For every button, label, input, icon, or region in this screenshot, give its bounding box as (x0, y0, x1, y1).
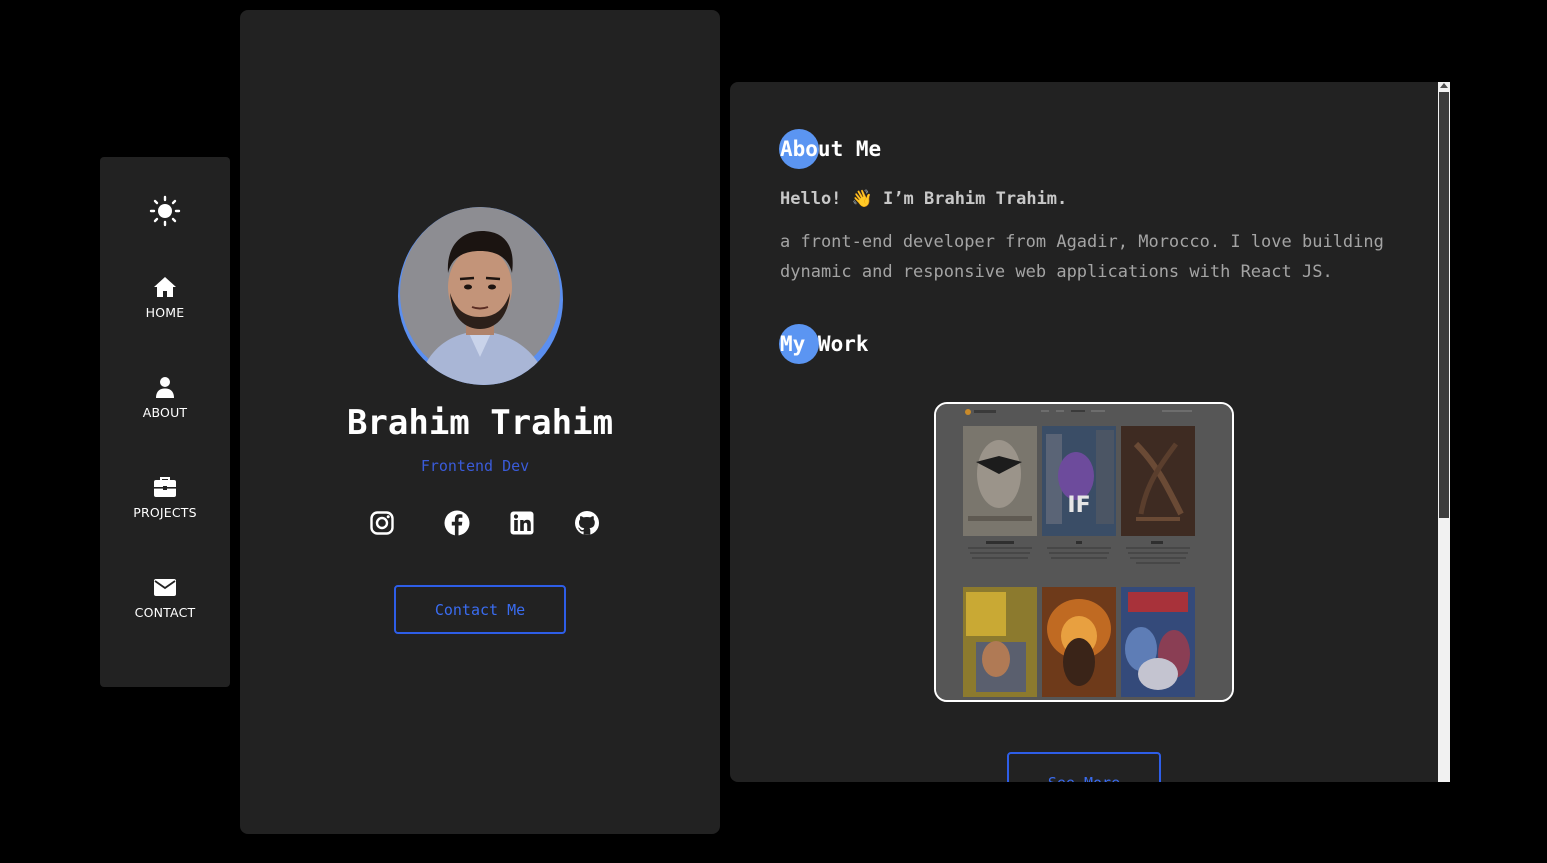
nav-item-about[interactable]: ABOUT (100, 375, 230, 435)
work-section-title: My Work (779, 324, 869, 364)
home-icon (154, 277, 176, 297)
project-preview-card[interactable]: IF (934, 402, 1234, 702)
about-section-title: About Me (779, 129, 881, 169)
sidebar-nav: HOME ABOUT PROJECTS CONTACT (100, 157, 230, 687)
user-icon (156, 377, 174, 398)
linkedin-icon[interactable] (509, 510, 535, 536)
nav-label-contact: CONTACT (134, 605, 196, 620)
envelope-icon (154, 579, 176, 596)
profile-role: Frontend Dev (420, 457, 530, 475)
nav-label-projects: PROJECTS (133, 505, 197, 520)
main-scrollbar[interactable] (1438, 82, 1450, 782)
project-screenshot: IF (936, 404, 1232, 700)
facebook-icon[interactable] (444, 510, 470, 536)
work-title: My Work (780, 332, 869, 356)
greeting-text: Hello! 👋 I’m Brahim Trahim. (780, 189, 1068, 209)
bio-text: a front-end developer from Agadir, Moroc… (780, 232, 1384, 282)
contact-me-button[interactable]: Contact Me (394, 585, 566, 634)
svg-text:IF: IF (1067, 493, 1090, 518)
profile-card: Brahim Trahim Frontend Dev Contact Me (240, 10, 720, 834)
avatar-portrait (400, 207, 560, 385)
nav-item-home[interactable]: HOME (100, 275, 230, 335)
briefcase-icon (154, 477, 176, 497)
main-content-panel: About Me Hello! 👋 I’m Brahim Trahim. a f… (730, 82, 1438, 782)
scrollbar-thumb[interactable] (1439, 92, 1449, 518)
nav-label-about: ABOUT (142, 405, 188, 420)
avatar (398, 207, 563, 385)
github-icon[interactable] (574, 510, 600, 536)
scroll-up-arrow-icon[interactable] (1440, 83, 1448, 88)
profile-name: Brahim Trahim (346, 403, 614, 443)
theme-toggle-button[interactable] (148, 194, 182, 228)
nav-item-contact[interactable]: CONTACT (100, 575, 230, 635)
nav-item-projects[interactable]: PROJECTS (100, 475, 230, 535)
sun-icon (149, 195, 181, 227)
nav-label-home: HOME (145, 305, 185, 320)
instagram-icon[interactable] (369, 510, 395, 536)
about-title: About Me (780, 137, 882, 161)
see-more-button[interactable]: See More (1007, 752, 1161, 782)
